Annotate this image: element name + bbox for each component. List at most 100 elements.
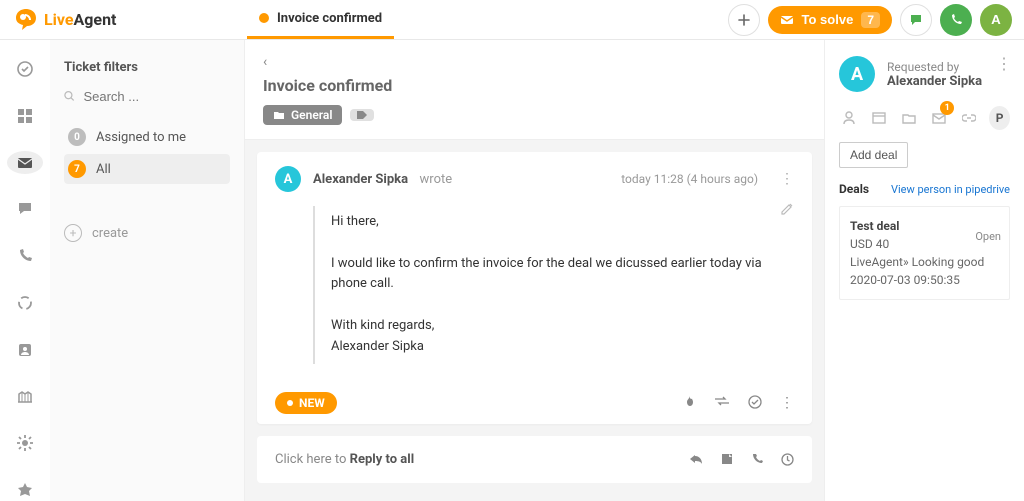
more-button[interactable]: ⋮ (780, 395, 794, 411)
phone-icon (17, 248, 33, 264)
deals-header: Deals View person in pipedrive (839, 182, 1010, 196)
message-text: Hi there, I would like to confirm the in… (313, 206, 794, 364)
nav-calls[interactable] (7, 245, 43, 268)
call-button[interactable] (940, 4, 972, 36)
message-body: Hi there, I would like to confirm the in… (257, 206, 812, 382)
search-input[interactable] (83, 89, 230, 104)
ticket-title: Invoice confirmed (263, 76, 806, 95)
search-icon (64, 90, 75, 103)
reply-row[interactable]: Click here to Reply to all (257, 436, 812, 483)
filter-count-badge: 7 (68, 160, 86, 178)
nav-tickets[interactable] (7, 151, 43, 174)
author-avatar: A (275, 166, 301, 192)
status-bar: NEW ⋮ (257, 382, 812, 424)
create-label: create (92, 226, 128, 241)
nav-loading[interactable] (7, 292, 43, 315)
message-menu[interactable]: ⋮ (780, 171, 794, 187)
window-icon (872, 112, 886, 124)
pencil-icon (780, 202, 794, 216)
contact-tab[interactable] (839, 107, 858, 129)
chat-bubble-icon (17, 201, 33, 217)
deals-title: Deals (839, 182, 869, 196)
clock-icon (781, 453, 794, 466)
call-button[interactable] (751, 453, 763, 466)
transfer-icon (714, 395, 730, 407)
panel-more-button[interactable]: ⋮ (996, 54, 1012, 73)
nav-settings[interactable] (7, 432, 43, 455)
chat-button[interactable] (900, 4, 932, 36)
phone-icon (949, 13, 963, 27)
requester-name: Alexander Sipka (887, 74, 982, 89)
new-status-pill[interactable]: NEW (275, 392, 337, 414)
tag-plus-icon (357, 111, 367, 119)
tab-invoice-confirmed[interactable]: Invoice confirmed (247, 0, 394, 39)
transfer-button[interactable] (714, 395, 730, 411)
tag-row: General (263, 105, 806, 125)
filter-assigned-to-me[interactable]: 0 Assigned to me (64, 122, 230, 152)
notification-badge: 1 (940, 101, 954, 115)
nav-grid[interactable] (7, 105, 43, 128)
phone-icon (751, 453, 763, 465)
mail-tab[interactable]: 1 (929, 107, 948, 129)
wrote-label: wrote (420, 172, 453, 187)
nav-dashboard[interactable] (7, 58, 43, 81)
building-icon (16, 387, 34, 405)
pipedrive-tab[interactable]: P (989, 106, 1010, 130)
view-in-pipedrive-link[interactable]: View person in pipedrive (891, 183, 1010, 196)
note-button[interactable] (721, 453, 733, 466)
grid-icon (17, 108, 33, 124)
nav-reports[interactable] (7, 385, 43, 408)
note-icon (721, 453, 733, 465)
fire-button[interactable] (682, 395, 696, 411)
author-info: Alexander Sipka wrote (313, 171, 452, 187)
logo-icon (12, 6, 40, 34)
deal-card[interactable]: Test deal USD 40 LiveAgent» Looking good… (839, 206, 1010, 300)
add-tag-button[interactable] (350, 109, 374, 121)
reply-actions (689, 453, 794, 466)
tag-general[interactable]: General (263, 105, 342, 125)
user-initial: A (991, 12, 1001, 27)
edit-message-button[interactable] (780, 202, 794, 216)
back-button[interactable]: ‹ (263, 54, 267, 70)
status-actions: ⋮ (682, 395, 794, 411)
to-solve-button[interactable]: To solve 7 (768, 6, 892, 34)
folder-icon (902, 112, 916, 124)
nav-contacts[interactable] (7, 338, 43, 361)
reply-button[interactable] (689, 453, 703, 466)
check-icon (748, 395, 762, 409)
folder-tab[interactable] (899, 107, 918, 129)
schedule-button[interactable] (781, 453, 794, 466)
requester-row: A Requested by Alexander Sipka (839, 56, 1010, 92)
filter-label: All (96, 162, 111, 177)
requester-info: Requested by Alexander Sipka (887, 60, 982, 89)
message-time: today 11:28 (4 hours ago) (621, 172, 758, 186)
user-avatar[interactable]: A (980, 4, 1012, 36)
logo[interactable]: LiveAgent (12, 6, 247, 34)
filter-panel: Ticket filters 0 Assigned to me 7 All + … (50, 40, 245, 501)
contacts-icon (17, 342, 33, 358)
message-card: A Alexander Sipka wrote today 11:28 (4 h… (257, 152, 812, 424)
filter-count-badge: 0 (68, 128, 86, 146)
link-tab[interactable] (959, 107, 978, 129)
add-deal-button[interactable]: Add deal (839, 142, 908, 168)
filter-title: Ticket filters (64, 60, 230, 75)
link-icon (962, 114, 976, 122)
panel-tabs: 1 P (839, 106, 1010, 130)
tag-label: General (291, 108, 332, 122)
filter-all[interactable]: 7 All (64, 154, 230, 184)
resolve-button[interactable] (748, 395, 762, 411)
chat-icon (909, 13, 923, 27)
create-filter[interactable]: + create (64, 224, 230, 242)
add-button[interactable] (728, 4, 760, 36)
logo-text: LiveAgent (44, 10, 116, 29)
msg-body-text: I would like to confirm the invoice for … (331, 254, 794, 296)
author-name: Alexander Sipka (313, 172, 408, 187)
nav-star[interactable] (7, 478, 43, 501)
window-tab[interactable] (869, 107, 888, 129)
msg-greeting: Hi there, (331, 212, 794, 233)
main-layout: Ticket filters 0 Assigned to me 7 All + … (0, 40, 1024, 501)
plus-icon (736, 12, 752, 28)
msg-regards: With kind regards, (331, 316, 794, 337)
check-circle-icon (16, 60, 34, 78)
nav-chats[interactable] (7, 198, 43, 221)
